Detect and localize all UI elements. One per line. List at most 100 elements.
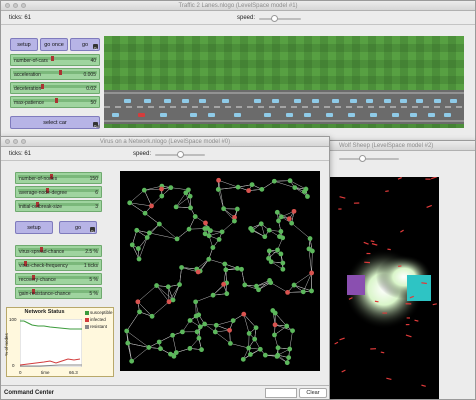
network-node[interactable] <box>278 229 284 234</box>
network-node[interactable] <box>170 332 176 338</box>
traffic-speed-slider[interactable] <box>259 18 301 20</box>
network-node[interactable] <box>188 205 193 211</box>
network-node[interactable] <box>129 358 135 364</box>
network-node[interactable] <box>259 186 265 192</box>
network-node[interactable] <box>253 325 259 331</box>
network-node[interactable] <box>146 345 152 350</box>
network-node[interactable] <box>156 221 162 227</box>
network-node[interactable] <box>158 346 163 352</box>
car[interactable] <box>222 99 229 103</box>
network-node[interactable] <box>235 184 241 190</box>
network-node[interactable] <box>149 203 154 209</box>
slider-average-node-degree[interactable]: average-node-degree 6 <box>15 186 102 198</box>
slider-gain-resistance-chance[interactable]: gain-resistance-chance 5 % <box>15 287 102 299</box>
wolf-sheep-titlebar[interactable]: Wolf Sheep (LevelSpace model #2) <box>329 141 475 151</box>
network-node[interactable] <box>232 218 237 224</box>
network-node[interactable] <box>252 336 258 342</box>
network-node[interactable] <box>216 237 222 242</box>
car[interactable] <box>164 99 171 103</box>
network-node[interactable] <box>195 269 201 275</box>
network-node[interactable] <box>174 236 180 242</box>
network-node[interactable] <box>213 322 219 328</box>
network-node[interactable] <box>141 187 147 193</box>
network-node[interactable] <box>196 312 202 318</box>
network-world-view[interactable] <box>120 171 320 371</box>
network-node[interactable] <box>154 283 159 288</box>
network-node[interactable] <box>202 321 208 327</box>
car[interactable] <box>160 113 167 117</box>
network-node[interactable] <box>187 346 193 351</box>
network-node[interactable] <box>272 310 278 316</box>
network-node[interactable] <box>205 225 210 231</box>
network-node[interactable] <box>300 289 306 295</box>
network-node[interactable] <box>276 218 281 224</box>
network-node[interactable] <box>196 335 202 341</box>
network-node[interactable] <box>287 178 293 184</box>
slider-max-patience[interactable]: max-patience 50 <box>10 96 100 108</box>
network-node[interactable] <box>183 190 189 196</box>
slider-number-of-cars[interactable]: number-of-cars 40 <box>10 54 100 66</box>
network-node[interactable] <box>290 328 295 334</box>
network-node[interactable] <box>159 193 165 199</box>
car[interactable] <box>124 99 131 103</box>
network-node[interactable] <box>266 248 272 254</box>
network-node[interactable] <box>216 177 221 183</box>
network-node[interactable] <box>292 185 298 191</box>
network-node[interactable] <box>309 270 315 276</box>
network-node[interactable] <box>135 246 141 251</box>
network-node[interactable] <box>284 323 290 329</box>
wolf-sheep-speed-knob[interactable] <box>359 155 366 162</box>
network-node[interactable] <box>221 206 227 212</box>
car[interactable] <box>304 113 311 117</box>
car[interactable] <box>400 99 407 103</box>
network-node[interactable] <box>275 247 280 253</box>
network-node[interactable] <box>166 299 172 305</box>
network-node[interactable] <box>230 318 236 324</box>
network-node[interactable] <box>136 256 142 262</box>
network-node[interactable] <box>278 251 284 257</box>
virus-go-button[interactable]: go <box>59 221 97 238</box>
virus-setup-button[interactable]: setup <box>15 221 53 234</box>
car[interactable] <box>332 99 339 103</box>
virus-titlebar[interactable]: Virus on a Network.nlogo (LevelSpace mod… <box>1 137 329 147</box>
car[interactable] <box>208 113 215 117</box>
network-node[interactable] <box>124 328 130 334</box>
resize-grip-icon[interactable]: ◢ <box>96 123 102 129</box>
slider-initial-outbreak-size[interactable]: initial-outbreak-size 3 <box>15 200 102 212</box>
network-node[interactable] <box>266 227 272 233</box>
network-node[interactable] <box>258 221 264 227</box>
network-node[interactable] <box>301 189 307 194</box>
slider-deceleration[interactable]: deceleration 0.02 <box>10 82 100 94</box>
network-node[interactable] <box>149 313 155 319</box>
network-node[interactable] <box>268 259 274 265</box>
car[interactable] <box>348 113 355 117</box>
slider-virus-spread-chance[interactable]: virus-spread-chance 2.5 % <box>15 245 102 257</box>
network-node[interactable] <box>137 309 142 315</box>
network-node[interactable] <box>267 278 272 283</box>
network-node[interactable] <box>271 178 277 184</box>
wolf-sheep-speed-slider[interactable] <box>339 158 399 160</box>
network-node[interactable] <box>307 236 313 241</box>
network-node[interactable] <box>248 352 253 357</box>
network-node[interactable] <box>291 282 297 288</box>
network-node[interactable] <box>241 311 247 317</box>
car[interactable] <box>326 113 333 117</box>
network-node[interactable] <box>168 185 174 191</box>
car[interactable] <box>112 113 119 117</box>
network-node[interactable] <box>272 322 278 328</box>
network-node[interactable] <box>287 346 293 352</box>
network-node[interactable] <box>197 324 203 330</box>
car[interactable] <box>234 113 241 117</box>
network-node[interactable] <box>142 210 148 216</box>
network-node[interactable] <box>234 265 240 271</box>
car[interactable] <box>272 99 279 103</box>
network-node[interactable] <box>242 282 248 288</box>
car[interactable] <box>450 99 457 103</box>
network-node[interactable] <box>280 266 286 272</box>
car[interactable] <box>312 99 319 103</box>
network-node[interactable] <box>215 187 221 192</box>
network-node[interactable] <box>227 327 232 333</box>
network-node[interactable] <box>129 242 135 248</box>
network-node[interactable] <box>246 331 252 336</box>
network-node[interactable] <box>224 291 230 297</box>
